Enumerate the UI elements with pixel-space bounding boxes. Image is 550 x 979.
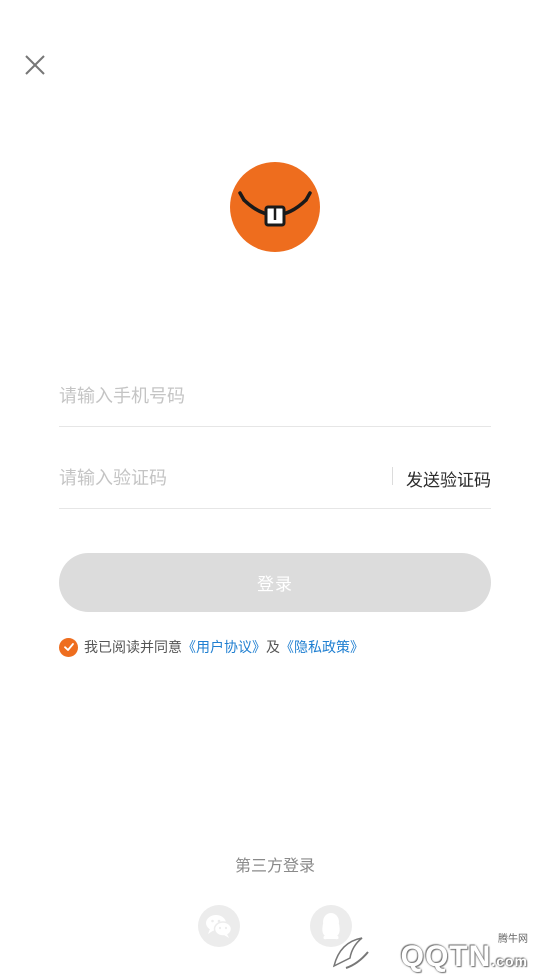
verification-code-input[interactable] bbox=[59, 448, 369, 508]
close-icon bbox=[25, 55, 45, 75]
agreement-row: 我已阅读并同意 《用户协议》 及 《隐私政策》 bbox=[59, 637, 364, 657]
field-divider bbox=[392, 467, 393, 485]
user-agreement-link[interactable]: 《用户协议》 bbox=[182, 637, 266, 657]
mascot-face-icon bbox=[238, 191, 312, 227]
watermark: 腾牛网 QQTN.com bbox=[332, 930, 542, 976]
phone-field bbox=[59, 366, 491, 427]
watermark-brand: QQTN.com bbox=[400, 940, 528, 973]
close-button[interactable] bbox=[22, 52, 48, 78]
agreement-joiner: 及 bbox=[266, 640, 280, 656]
wechat-icon bbox=[206, 915, 233, 938]
checkmark-icon bbox=[63, 643, 74, 651]
login-button[interactable]: 登录 bbox=[59, 553, 491, 612]
privacy-policy-link[interactable]: 《隐私政策》 bbox=[280, 637, 364, 657]
agree-checkbox[interactable] bbox=[59, 637, 78, 657]
agreement-text: 我已阅读并同意 bbox=[84, 640, 182, 656]
app-logo bbox=[230, 162, 320, 252]
phone-input[interactable] bbox=[59, 366, 491, 426]
watermark-logo-icon bbox=[332, 937, 369, 969]
send-code-button[interactable]: 发送验证码 bbox=[406, 466, 491, 491]
verification-field: 发送验证码 bbox=[59, 448, 491, 509]
third-party-login-title: 第三方登录 bbox=[234, 856, 315, 875]
wechat-login-button[interactable] bbox=[198, 905, 240, 947]
